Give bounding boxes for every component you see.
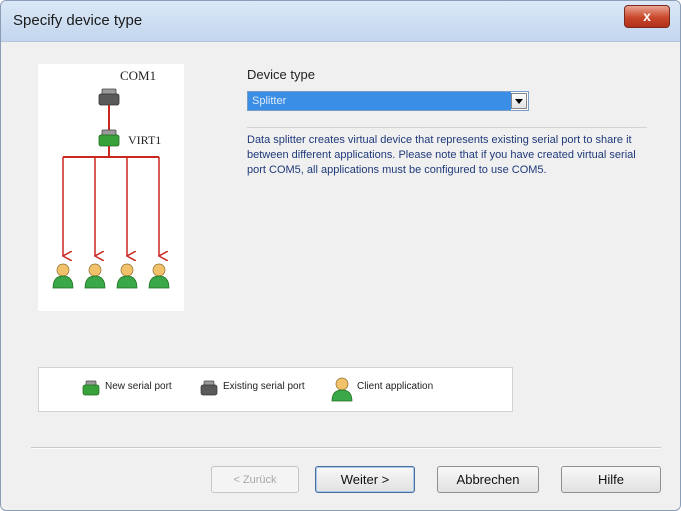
chevron-down-icon[interactable] xyxy=(511,93,527,109)
description-divider xyxy=(247,127,647,128)
window-title: Specify device type xyxy=(13,12,143,29)
title-bar[interactable]: Specify device type x xyxy=(1,1,680,42)
client-user-icon-2 xyxy=(84,263,106,289)
virtual-port-icon xyxy=(98,129,120,147)
user-icon xyxy=(331,377,353,402)
legend: New serial port Existing serial port Cli… xyxy=(38,367,513,412)
device-type-select[interactable]: Splitter xyxy=(247,91,529,111)
green-port-icon xyxy=(82,380,100,396)
device-type-label: Device type xyxy=(247,67,315,82)
close-button[interactable]: x xyxy=(624,5,670,28)
legend-client-label: Client application xyxy=(357,381,434,392)
existing-port-icon xyxy=(98,88,120,106)
next-button[interactable]: Weiter > xyxy=(315,466,415,493)
diagram-graphic xyxy=(52,88,170,289)
device-description: Data splitter creates virtual device tha… xyxy=(247,134,636,176)
legend-existing-port-label: Existing serial port xyxy=(223,381,305,392)
dialog-window: Specify device type x COM1 VIRT1 Device … xyxy=(0,0,681,511)
client-user-icon-1 xyxy=(52,263,74,289)
gray-port-icon xyxy=(200,380,218,396)
help-button[interactable]: Hilfe xyxy=(561,466,661,493)
dialog-body: COM1 VIRT1 Device type Splitter Data spl… xyxy=(9,42,672,502)
legend-new-port-label: New serial port xyxy=(105,381,172,392)
client-user-icon-4 xyxy=(148,263,170,289)
device-type-value[interactable]: Splitter xyxy=(248,92,511,110)
back-button[interactable]: < Zurück xyxy=(211,466,299,493)
footer-separator xyxy=(31,447,661,449)
client-user-icon-3 xyxy=(116,263,138,289)
splitter-diagram: COM1 VIRT1 xyxy=(38,64,184,311)
cancel-button[interactable]: Abbrechen xyxy=(437,466,539,493)
